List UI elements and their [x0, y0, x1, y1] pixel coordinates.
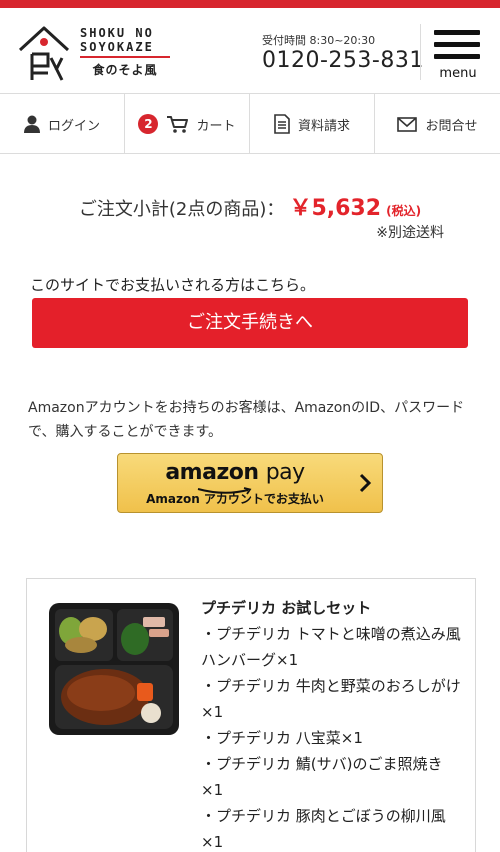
top-accent-bar	[0, 0, 500, 8]
amazon-pay-logo: amazon pay	[118, 460, 352, 485]
brand-name[interactable]: SHOKU NO SOYOKAZE 食のそよ風	[80, 26, 172, 78]
nav-cart[interactable]: 2 カート	[125, 94, 250, 154]
amazon-logo-text: amazon	[165, 460, 259, 485]
document-icon	[274, 114, 290, 134]
nav-brochure[interactable]: 資料請求	[250, 94, 375, 154]
brand-divider	[80, 56, 170, 58]
pay-logo-text: pay	[265, 460, 305, 485]
nav-brochure-label: 資料請求	[297, 118, 350, 134]
logo-icon[interactable]	[18, 24, 70, 84]
product-name[interactable]: プチデリカ お試しセット	[201, 597, 371, 618]
business-hours: 受付時間 8:30~20:30	[262, 34, 376, 47]
cart-icon	[166, 115, 189, 133]
checkout-button[interactable]: ご注文手続きへ	[32, 298, 468, 348]
list-item: ・プチデリカ 牛肉と野菜のおろしがけ×1	[201, 677, 461, 721]
nav-login-label: ログイン	[47, 118, 100, 134]
list-item: ・プチデリカ 鯖(サバ)のごま照焼き×1	[201, 755, 443, 799]
subtotal-label: ご注文小計(2点の商品)：	[78, 199, 285, 220]
nav-contact-label: お問合せ	[425, 118, 478, 134]
header-divider	[420, 24, 421, 80]
chevron-right-icon	[359, 473, 372, 493]
nav-contact[interactable]: お問合せ	[375, 94, 500, 154]
brand-en-line1: SHOKU NO	[80, 26, 154, 40]
hamburger-icon-bar	[434, 42, 480, 47]
subtotal-price: ￥5,632	[289, 196, 382, 221]
brand-jp: 食のそよ風	[92, 63, 158, 77]
nav-login[interactable]: ログイン	[0, 94, 125, 154]
cart-item-card: プチデリカ お試しセット ・プチデリカ トマトと味噌の煮込み風ハンバーグ×1 ・…	[26, 578, 476, 852]
order-subtotal: ご注文小計(2点の商品)： ￥5,632 (税込)	[0, 190, 500, 222]
site-payment-note: このサイトでお支払いされる方はこちら。	[30, 276, 316, 294]
list-item: ・プチデリカ 八宝菜×1	[201, 729, 363, 747]
cart-count-badge: 2	[138, 114, 159, 134]
hamburger-icon-bar	[434, 54, 480, 59]
amazon-pay-note: Amazonアカウントをお持ちのお客様は、AmazonのID、パスワードで、購入…	[28, 400, 465, 440]
menu-button[interactable]: menu	[432, 28, 484, 84]
bento-image-icon[interactable]	[47, 601, 181, 737]
utility-nav: ログイン 2 カート 資料請求 お問合せ	[0, 94, 500, 154]
shipping-note: ※別途送料	[376, 225, 444, 241]
amazon-pay-sublabel: Amazon アカウントでお支払い	[146, 492, 324, 506]
hamburger-icon	[434, 30, 480, 35]
mail-icon	[397, 116, 418, 132]
product-contents-list: ・プチデリカ トマトと味噌の煮込み風ハンバーグ×1 ・プチデリカ 牛肉と野菜のお…	[201, 621, 463, 852]
amazon-pay-button[interactable]: amazon pay Amazon アカウントでお支払い	[117, 453, 383, 513]
phone-number[interactable]: 0120-253-831	[262, 48, 424, 73]
nav-cart-label: カート	[196, 118, 236, 134]
list-item: ・プチデリカ トマトと味噌の煮込み風ハンバーグ×1	[201, 625, 461, 669]
tax-included-label: (税込)	[386, 204, 422, 218]
menu-label: menu	[439, 66, 477, 81]
list-item: ・プチデリカ 豚肉とごぼうの柳川風×1	[201, 807, 446, 851]
site-header: SHOKU NO SOYOKAZE 食のそよ風 受付時間 8:30~20:30 …	[0, 8, 500, 94]
user-icon	[23, 115, 40, 133]
brand-en-line2: SOYOKAZE	[80, 40, 154, 54]
